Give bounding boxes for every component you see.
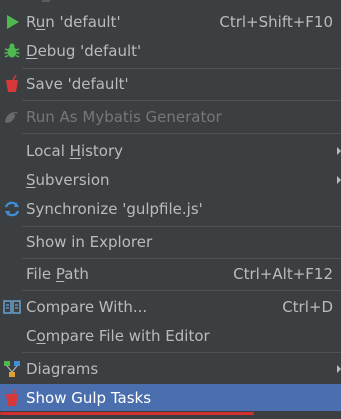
- compare-icon: [3, 298, 21, 316]
- menu-item-shortcut: Ctrl+D: [282, 297, 333, 316]
- menu-item-label: Run As Mybatis Generator: [26, 107, 222, 126]
- menu-item-label: Subversion: [26, 170, 110, 189]
- annotation-underline: [0, 412, 254, 415]
- run-triangle-icon: [3, 13, 21, 31]
- menu-item-debug[interactable]: Debug 'default': [0, 37, 341, 64]
- menu-item-label: Local History: [26, 141, 124, 160]
- submenu-arrow-icon: [337, 175, 341, 184]
- context-menu: Run 'default' Ctrl+Shift+F10 Debug 'defa…: [0, 0, 341, 419]
- menu-separator: [22, 258, 341, 259]
- menu-item-label: Compare With...: [26, 297, 148, 316]
- menu-item-mybatis[interactable]: Run As Mybatis Generator: [0, 103, 341, 130]
- debug-bug-icon: [3, 42, 21, 60]
- menu-item-compare-editor[interactable]: Compare File with Editor: [0, 322, 341, 349]
- menu-separator: [22, 68, 341, 69]
- menu-item-file-path[interactable]: File Path Ctrl+Alt+F12: [0, 260, 341, 287]
- submenu-arrow-icon: [337, 364, 341, 373]
- menu-item-label: Run 'default': [26, 12, 121, 31]
- menu-item-save[interactable]: Save 'default': [0, 70, 341, 97]
- menu-item-subversion[interactable]: Subversion: [0, 166, 341, 193]
- menu-item-run[interactable]: Run 'default' Ctrl+Shift+F10: [0, 8, 341, 35]
- gulp-cup-icon: [3, 74, 21, 93]
- menu-item-label: Diagrams: [26, 359, 99, 378]
- menu-item-local-history[interactable]: Local History: [0, 137, 341, 164]
- menu-item-label: Show in Explorer: [26, 232, 153, 251]
- menu-item-label: Compare File with Editor: [26, 326, 210, 345]
- menu-item-shortcut: Ctrl+Alt+F12: [233, 264, 333, 283]
- mybatis-bird-icon: [3, 108, 21, 126]
- menu-item-diagrams[interactable]: Diagrams: [0, 355, 341, 382]
- sync-icon: [3, 200, 21, 218]
- submenu-arrow-icon: [337, 146, 341, 155]
- menu-item-label: Debug 'default': [26, 41, 142, 60]
- menu-item-label: Show Gulp Tasks: [26, 388, 152, 407]
- gulp-cup-icon: [3, 388, 21, 407]
- menu-item-label: File Path: [26, 264, 89, 283]
- menu-item-show-in-explorer[interactable]: Show in Explorer: [0, 228, 341, 255]
- menu-separator: [22, 226, 341, 227]
- menu-item-compare-with[interactable]: Compare With... Ctrl+D: [0, 293, 341, 320]
- menu-separator: [22, 290, 341, 291]
- menu-top-divider: [42, 0, 50, 2]
- menu-item-label: Save 'default': [26, 74, 129, 93]
- menu-separator: [22, 133, 341, 134]
- menu-item-synchronize[interactable]: Synchronize 'gulpfile.js': [0, 195, 341, 222]
- menu-separator: [22, 100, 341, 101]
- menu-item-shortcut: Ctrl+Shift+F10: [219, 12, 333, 31]
- diagram-icon: [3, 360, 21, 378]
- menu-separator: [22, 352, 341, 353]
- menu-item-show-gulp-tasks[interactable]: Show Gulp Tasks: [0, 384, 341, 411]
- menu-item-label: Synchronize 'gulpfile.js': [26, 199, 203, 218]
